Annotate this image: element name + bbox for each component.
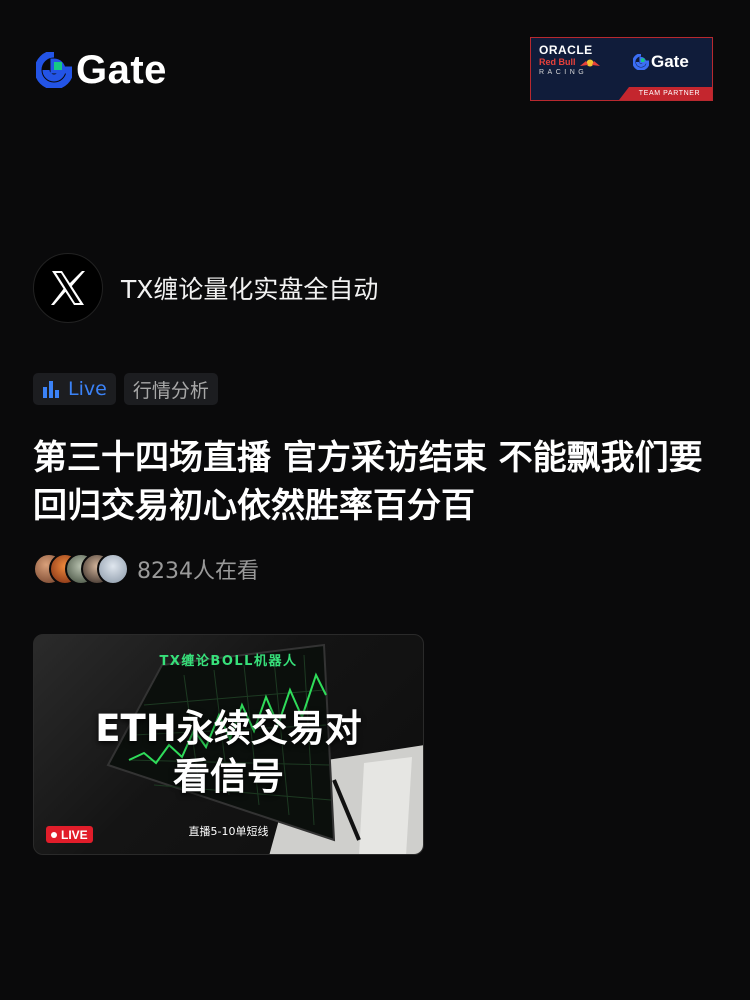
stream-thumbnail[interactable]: TX缠论BOLL机器人 ETH永续交易对 看信号 LIVE 直播5-10单短线 — [33, 634, 424, 855]
host-avatar[interactable] — [33, 253, 103, 323]
thumbnail-headline: ETH永续交易对 看信号 — [34, 705, 423, 801]
gate-logo[interactable]: Gate — [36, 50, 167, 90]
viewer-avatar — [97, 553, 129, 585]
oracle-text: ORACLE — [539, 43, 593, 57]
host-row[interactable]: TX缠论量化实盘全自动 — [33, 253, 378, 323]
viewer-avatars — [33, 553, 129, 585]
live-tag: Live — [33, 373, 116, 405]
stream-title[interactable]: 第三十四场直播 官方采访结束 不能飘我们要回归交易初心依然胜率百分百 — [33, 434, 723, 530]
viewer-row: 8234人在看 — [33, 553, 259, 585]
team-partner-strip: TEAM PARTNER — [619, 87, 712, 100]
bar-chart-icon — [43, 381, 59, 398]
thumbnail-subtext: 直播5-10单短线 — [188, 825, 269, 838]
racing-text: RACING — [539, 69, 588, 76]
thumbnail-headline-line2: 看信号 — [173, 755, 284, 798]
gate-logo-icon — [36, 52, 72, 88]
tag-row: Live 行情分析 — [33, 373, 218, 405]
thumbnail-top-text: TX缠论BOLL机器人 — [159, 654, 298, 669]
brand-name: Gate — [76, 48, 167, 92]
redbull-text: Red Bull — [539, 57, 617, 68]
partner-gate-text: Gate — [651, 52, 689, 71]
team-partner-badge: ORACLE Red Bull RACING Gate TEAM PARTNER — [530, 37, 713, 101]
thumbnail-headline-line1: ETH永续交易对 — [95, 707, 362, 750]
viewer-count: 8234人在看 — [137, 559, 259, 584]
bull-icon — [579, 59, 600, 66]
category-tag[interactable]: 行情分析 — [123, 373, 218, 405]
host-name[interactable]: TX缠论量化实盘全自动 — [121, 270, 378, 306]
x-logo-icon — [51, 271, 85, 305]
gate-small-logo-icon — [633, 54, 649, 70]
live-tag-label: Live — [68, 378, 107, 400]
